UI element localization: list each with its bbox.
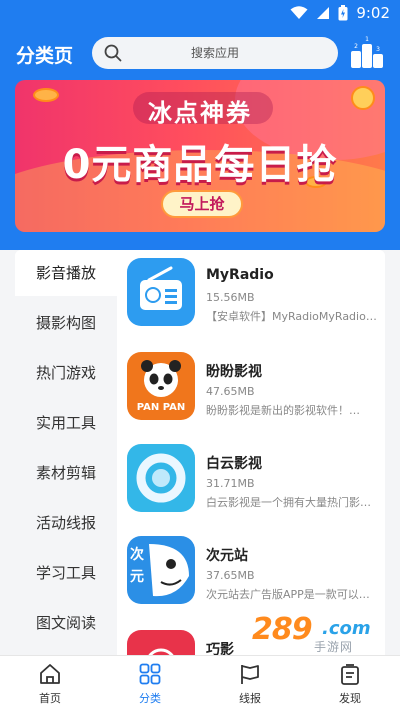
cloud-icon xyxy=(127,444,195,512)
app-size: 37.65MB xyxy=(206,569,255,582)
app-icon-text: 次元 xyxy=(130,547,144,585)
category-content: 影音播放 摄影构图 热门游戏 实用工具 素材剪辑 活动线报 学习工具 图文阅读 xyxy=(15,250,385,655)
app-name: 次元站 xyxy=(206,548,248,564)
app-size: 15.56MB xyxy=(206,291,255,304)
nav-label: 首页 xyxy=(39,692,61,705)
sidebar-item-photography[interactable]: 摄影构图 xyxy=(15,300,117,346)
app-description: 白云影视是一个拥有大量热门影视资源 xyxy=(206,496,378,509)
app-size: 31.71MB xyxy=(206,477,255,490)
nav-news[interactable]: 线报 xyxy=(200,656,300,711)
sidebar-item-hot-games[interactable]: 热门游戏 xyxy=(15,350,117,396)
wifi-icon xyxy=(290,6,308,19)
bottom-navigation: 首页 分类 线报 发现 xyxy=(0,655,400,711)
nav-label: 发现 xyxy=(339,692,361,705)
nav-category[interactable]: 分类 xyxy=(100,656,200,711)
search-input[interactable]: 搜索应用 xyxy=(92,37,338,69)
category-grid-icon xyxy=(139,663,161,685)
app-list: MyRadio 15.56MB 【安卓软件】MyRadioMyRadio收音机 … xyxy=(117,250,385,655)
app-description: 次元站去广告版APP是一款可以看动漫 xyxy=(206,588,378,601)
app-row-panpan[interactable]: PAN PAN 盼盼影视 47.65MB 盼盼影视是新出的影视软件！… xyxy=(117,344,385,436)
nav-discover[interactable]: 发现 xyxy=(300,656,400,711)
home-icon xyxy=(40,664,60,684)
app-name: 巧影 xyxy=(206,642,234,655)
sidebar-item-reading[interactable]: 图文阅读 xyxy=(15,600,117,646)
app-row-baiyun[interactable]: 白云影视 31.71MB 白云影视是一个拥有大量热门影视资源 xyxy=(117,436,385,528)
sidebar-item-video-playback[interactable]: 影音播放 xyxy=(15,250,117,296)
banner-subtitle: 冰点神券 xyxy=(148,99,252,127)
sidebar-item-event-news[interactable]: 活动线报 xyxy=(15,500,117,546)
anime-fish-icon: 次元 xyxy=(127,536,195,604)
status-icons: 9:02 xyxy=(290,4,390,22)
watermark-domain: .com xyxy=(322,618,371,639)
svg-text:3: 3 xyxy=(376,46,380,53)
kinemaster-icon xyxy=(127,630,195,655)
banner-title: 0元商品每日抢 xyxy=(62,142,338,188)
nav-label: 线报 xyxy=(239,692,261,705)
app-name: 白云影视 xyxy=(206,456,262,472)
nav-label: 分类 xyxy=(139,692,161,705)
sidebar-item-video-editing[interactable]: 素材剪辑 xyxy=(15,450,117,496)
sidebar-item-utilities[interactable]: 实用工具 xyxy=(15,400,117,446)
app-size: 47.65MB xyxy=(206,385,255,398)
grab-now-button[interactable]: 马上抢 xyxy=(161,190,243,218)
app-icon-text: PAN PAN xyxy=(136,402,186,413)
app-description: 【安卓软件】MyRadioMyRadio收音机 xyxy=(206,310,378,323)
battery-icon xyxy=(338,5,348,21)
app-description: 盼盼影视是新出的影视软件！… xyxy=(206,404,360,417)
page-title: 分类页 xyxy=(16,45,74,67)
search-placeholder: 搜索应用 xyxy=(190,46,239,60)
svg-text:1: 1 xyxy=(365,36,369,43)
panda-icon: PAN PAN xyxy=(127,352,195,420)
app-name: MyRadio xyxy=(206,267,274,283)
category-page: 9:02 分类页 搜索应用 1 2 3 冰点神券 0元商品每日抢 马上抢 影音播… xyxy=(0,0,400,711)
watermark-subtitle: 手游网 xyxy=(314,640,354,654)
watermark-number: 289 xyxy=(252,612,313,647)
flag-icon xyxy=(241,665,259,684)
category-sidebar: 影音播放 摄影构图 热门游戏 实用工具 素材剪辑 活动线报 学习工具 图文阅读 xyxy=(15,250,117,655)
app-name: 盼盼影视 xyxy=(206,364,262,380)
nav-home[interactable]: 首页 xyxy=(0,656,100,711)
status-time: 9:02 xyxy=(356,4,390,22)
radio-icon xyxy=(127,258,195,326)
status-bar: 9:02 xyxy=(0,0,400,28)
site-watermark: 289 .com 手游网 xyxy=(252,612,382,656)
app-row-myradio[interactable]: MyRadio 15.56MB 【安卓软件】MyRadioMyRadio收音机 xyxy=(117,250,385,342)
top-bar: 分类页 搜索应用 1 2 3 xyxy=(0,32,400,74)
promo-banner[interactable]: 冰点神券 0元商品每日抢 马上抢 xyxy=(15,80,385,232)
svg-text:2: 2 xyxy=(354,43,358,50)
sidebar-item-learning[interactable]: 学习工具 xyxy=(15,550,117,596)
ranking-podium-icon[interactable]: 1 2 3 xyxy=(350,34,384,70)
discover-icon xyxy=(341,664,359,685)
signal-icon xyxy=(317,7,330,19)
app-row-ciyuanzhan[interactable]: 次元 次元站 37.65MB 次元站去广告版APP是一款可以看动漫 xyxy=(117,528,385,620)
